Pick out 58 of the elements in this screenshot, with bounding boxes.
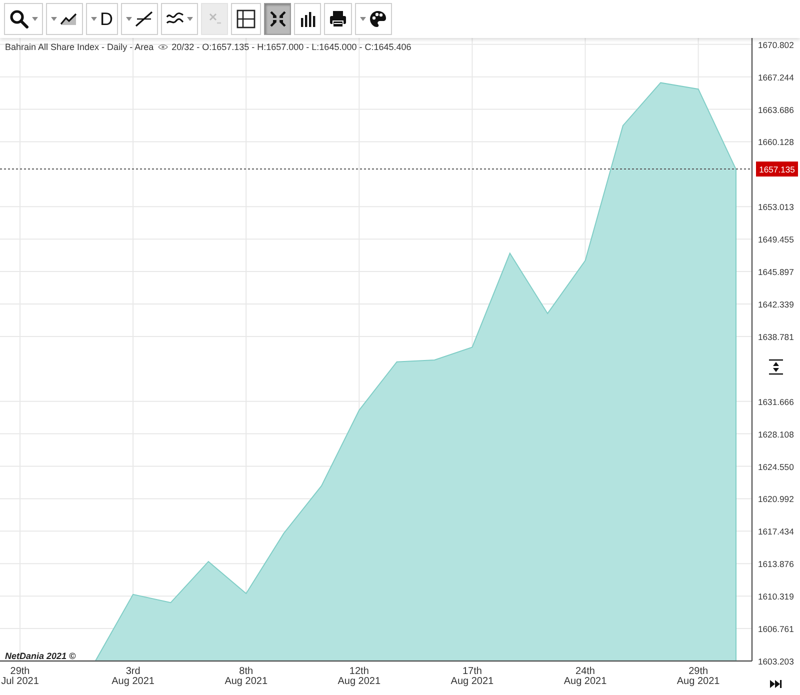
toolbar-button[interactable] [4, 3, 43, 35]
caret-icon [187, 17, 193, 21]
ref-line-label: 1657.135 [759, 164, 796, 175]
y-axis-label: 1638.781 [758, 332, 794, 342]
toolbar-button[interactable] [161, 3, 198, 35]
eye-icon[interactable] [158, 44, 168, 50]
caret-icon [51, 17, 57, 21]
y-axis-label: 1631.666 [758, 396, 794, 407]
y-axis-label: 1653.013 [758, 202, 794, 212]
crosshair-icon [236, 9, 256, 29]
toolbar-button[interactable] [294, 3, 321, 35]
trend-line-icon [135, 11, 153, 27]
fit-screen-icon [270, 11, 286, 27]
line-chart-icon [60, 12, 78, 26]
y-axis-label: 1663.686 [758, 104, 794, 115]
bar-chart-icon [300, 11, 316, 27]
search-icon [9, 9, 29, 29]
copyright-text: NetDania 2021 © [5, 651, 76, 661]
x-axis-label: 29th Jul 2021 [1, 666, 39, 687]
price-tag: 1657.135 [756, 162, 798, 177]
x-axis-label: 24th Aug 2021 [564, 666, 607, 687]
y-axis-label: 1628.108 [758, 429, 794, 440]
y-axis-label: 1613.876 [758, 559, 794, 570]
x-axis-label: 12th Aug 2021 [338, 666, 381, 687]
y-axis-label: 1645.897 [758, 267, 794, 278]
x-axis-label: 3rd Aug 2021 [112, 666, 154, 687]
toolbar-button[interactable] [324, 3, 352, 35]
y-axis-label: 1610.319 [758, 592, 794, 602]
y-axis-label: 1642.339 [758, 300, 794, 310]
y-axis-label: 1620.992 [758, 494, 794, 504]
x-axis-label: 29th Aug 2021 [676, 666, 720, 687]
x-axis-label: 17th Aug 2021 [450, 666, 494, 687]
fast-forward-icon[interactable] [770, 680, 782, 688]
caret-icon [126, 17, 132, 21]
remove-icon [208, 12, 222, 26]
chart-title: Bahrain All Share Index - Daily - Area [5, 42, 154, 52]
palette-icon [369, 10, 387, 28]
toolbar-button[interactable] [46, 3, 83, 35]
y-axis-label: 1649.455 [758, 234, 794, 245]
caret-icon [91, 17, 97, 21]
toolbar-button[interactable] [264, 3, 291, 35]
y-axis-label: 1660.128 [758, 137, 794, 148]
interval-button[interactable]: D [86, 3, 118, 35]
caret-icon [32, 17, 38, 21]
toolbar-button[interactable] [121, 3, 158, 35]
x-axis-label: 8th Aug 2021 [224, 666, 268, 687]
print-icon [329, 10, 347, 28]
y-axis-label: 1606.761 [758, 624, 794, 634]
y-axis-label: 1617.434 [758, 526, 794, 537]
y-axis-label: 1624.550 [758, 462, 794, 472]
toolbar-button[interactable] [231, 3, 261, 35]
fit-axis-icon[interactable] [768, 359, 784, 375]
y-axis-label: 1603.203 [758, 656, 794, 666]
caret-icon [360, 17, 366, 21]
toolbar-button[interactable] [355, 3, 392, 35]
y-axis-label: 1667.244 [758, 72, 794, 82]
ohlc-readout: 20/32 - O:1657.135 - H:1657.000 - L:1645.000 - C:1645.406 [172, 42, 412, 52]
y-axis-label: 1670.802 [758, 40, 794, 50]
